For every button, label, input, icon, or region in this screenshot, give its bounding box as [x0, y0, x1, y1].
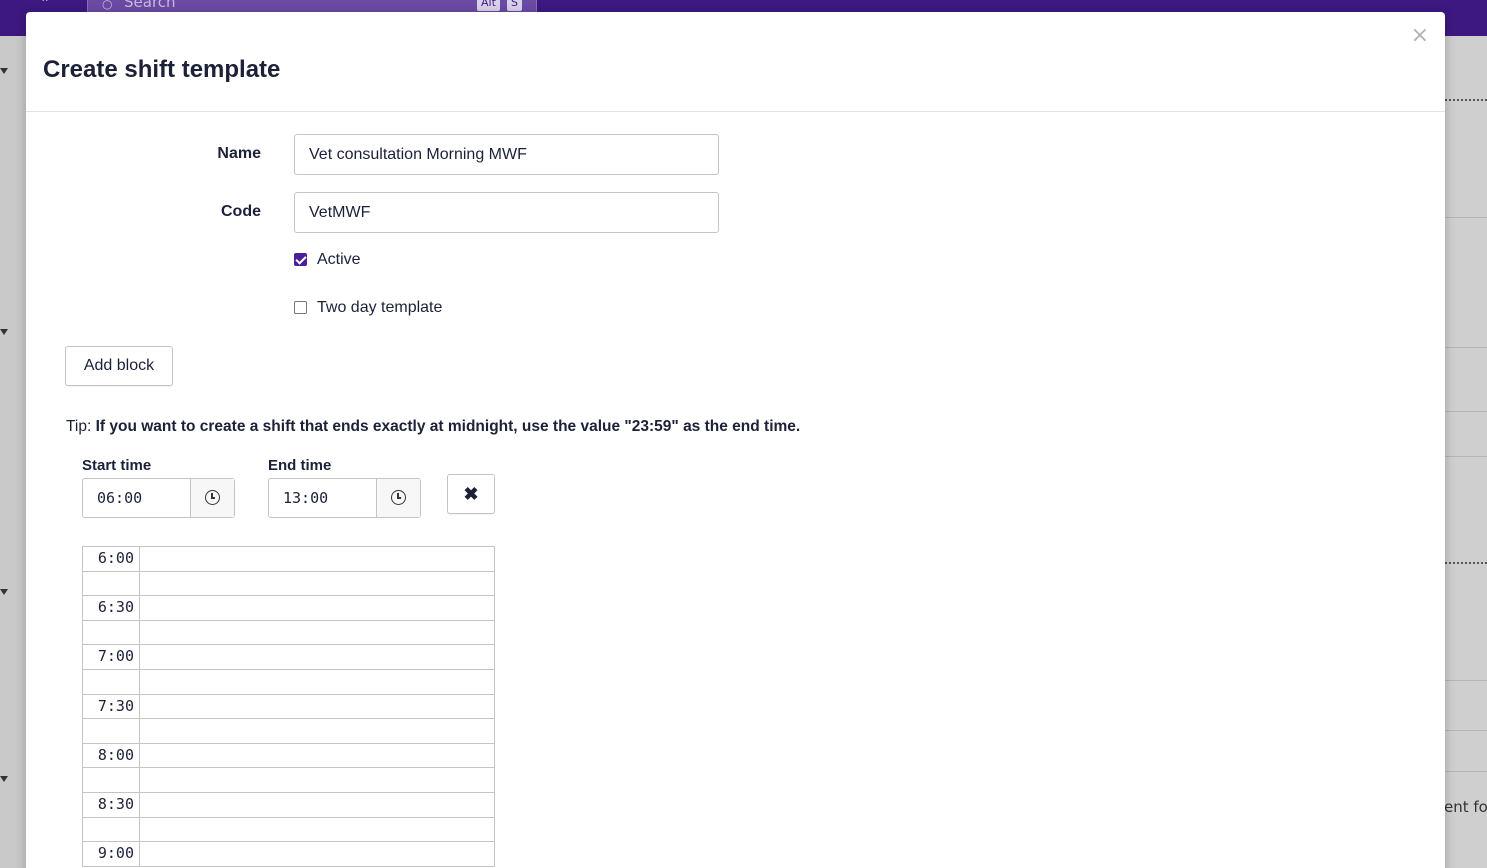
- search-icon: ○: [102, 0, 113, 11]
- two-day-template-checkbox[interactable]: [294, 301, 307, 314]
- time-slot-label: [83, 669, 140, 694]
- remove-block-button[interactable]: ✖: [447, 474, 495, 514]
- name-label: Name: [217, 145, 261, 162]
- caret-down-icon[interactable]: [0, 776, 8, 782]
- clock-icon: [391, 490, 406, 505]
- time-slot-label: [83, 571, 140, 596]
- timeline-row[interactable]: [83, 620, 494, 646]
- time-slot-label: 8:30: [83, 792, 140, 817]
- modal-header: Create shift template ×: [26, 12, 1445, 112]
- create-shift-template-dialog: Create shift template × Name Vet consult…: [26, 12, 1445, 868]
- timeline-row[interactable]: 8:00: [83, 743, 494, 769]
- background-text: ent for: [1444, 798, 1487, 816]
- divider: [1445, 680, 1487, 681]
- close-icon[interactable]: ×: [1411, 24, 1429, 48]
- time-slot-cell[interactable]: [140, 793, 494, 817]
- name-input[interactable]: Vet consultation Morning MWF: [294, 134, 719, 175]
- active-checkbox[interactable]: [294, 253, 307, 266]
- caret-down-icon[interactable]: [0, 589, 8, 595]
- search-placeholder: Search: [124, 0, 176, 11]
- timeline-row[interactable]: 6:30: [83, 596, 494, 621]
- end-time-label: End time: [268, 457, 332, 474]
- active-label: Active: [317, 251, 361, 268]
- timeline-row[interactable]: [83, 719, 494, 744]
- time-slot-cell[interactable]: [140, 768, 494, 792]
- divider: [1445, 217, 1487, 218]
- time-slot-label: [83, 719, 140, 743]
- timeline-row[interactable]: 9:00: [83, 842, 494, 867]
- tip-prefix: Tip:: [66, 418, 92, 435]
- tip-message: If you want to create a shift that ends …: [95, 418, 801, 435]
- start-time-input[interactable]: 06:00: [82, 478, 235, 518]
- time-slot-cell[interactable]: [140, 818, 494, 842]
- start-time-value[interactable]: 06:00: [97, 479, 142, 517]
- time-slot-label: 9:00: [83, 842, 140, 866]
- timeline-row[interactable]: 6:00: [83, 547, 494, 572]
- background-panel: [1445, 36, 1487, 868]
- code-input[interactable]: VetMWF: [294, 192, 719, 233]
- start-time-picker-button[interactable]: [190, 479, 234, 517]
- end-time-input[interactable]: 13:00: [268, 478, 421, 518]
- time-slot-cell[interactable]: [140, 572, 494, 596]
- time-slot-label: [83, 768, 140, 792]
- divider: [1445, 562, 1487, 564]
- time-slot-label: [83, 620, 140, 645]
- clock-icon: [205, 490, 220, 505]
- timeline-row[interactable]: [83, 571, 494, 597]
- divider: [1445, 456, 1487, 457]
- timeline-row[interactable]: 7:00: [83, 645, 494, 670]
- time-slot-cell[interactable]: [140, 670, 494, 694]
- time-slot-cell[interactable]: [140, 695, 494, 719]
- time-slot-label: 7:00: [83, 645, 140, 669]
- tip-text: Tip: If you want to create a shift that …: [66, 418, 800, 436]
- time-slot-cell[interactable]: [140, 645, 494, 669]
- divider: [1445, 347, 1487, 348]
- time-slot-cell[interactable]: [140, 719, 494, 743]
- add-block-button[interactable]: Add block: [65, 346, 173, 386]
- time-slot-cell[interactable]: [140, 621, 494, 645]
- divider: [1445, 411, 1487, 412]
- time-slot-label: 7:30: [83, 694, 140, 719]
- start-time-label: Start time: [82, 457, 152, 474]
- shortcut-key-s: S: [507, 0, 522, 11]
- time-slot-cell[interactable]: [140, 842, 494, 866]
- divider: [1445, 771, 1487, 772]
- timeline-grid: 6:00 6:30 7:00 7:30 8:00 8:30 9:00: [82, 546, 495, 867]
- divider: [1445, 730, 1487, 731]
- time-slot-label: [83, 817, 140, 842]
- caret-down-icon[interactable]: [0, 329, 8, 335]
- caret-down-icon[interactable]: [0, 68, 8, 74]
- code-label: Code: [221, 203, 261, 220]
- time-slot-cell[interactable]: [140, 547, 494, 571]
- time-slot-label: 6:00: [83, 547, 140, 571]
- chevron-updown-icon[interactable]: ⌃: [40, 0, 50, 10]
- timeline-row[interactable]: 8:30: [83, 792, 494, 818]
- end-time-value[interactable]: 13:00: [283, 479, 328, 517]
- time-slot-label: 6:30: [83, 596, 140, 620]
- end-time-picker-button[interactable]: [376, 479, 420, 517]
- time-slot-cell[interactable]: [140, 744, 494, 768]
- timeline-row[interactable]: [83, 768, 494, 793]
- divider: [1445, 99, 1487, 101]
- shortcut-key-alt: Alt: [477, 0, 500, 11]
- modal-title: Create shift template: [43, 56, 281, 83]
- time-slot-label: 8:00: [83, 743, 140, 768]
- time-slot-cell[interactable]: [140, 596, 494, 620]
- timeline-row[interactable]: 7:30: [83, 694, 494, 720]
- timeline-row[interactable]: [83, 817, 494, 843]
- timeline-row[interactable]: [83, 669, 494, 695]
- two-day-template-label: Two day template: [317, 299, 443, 316]
